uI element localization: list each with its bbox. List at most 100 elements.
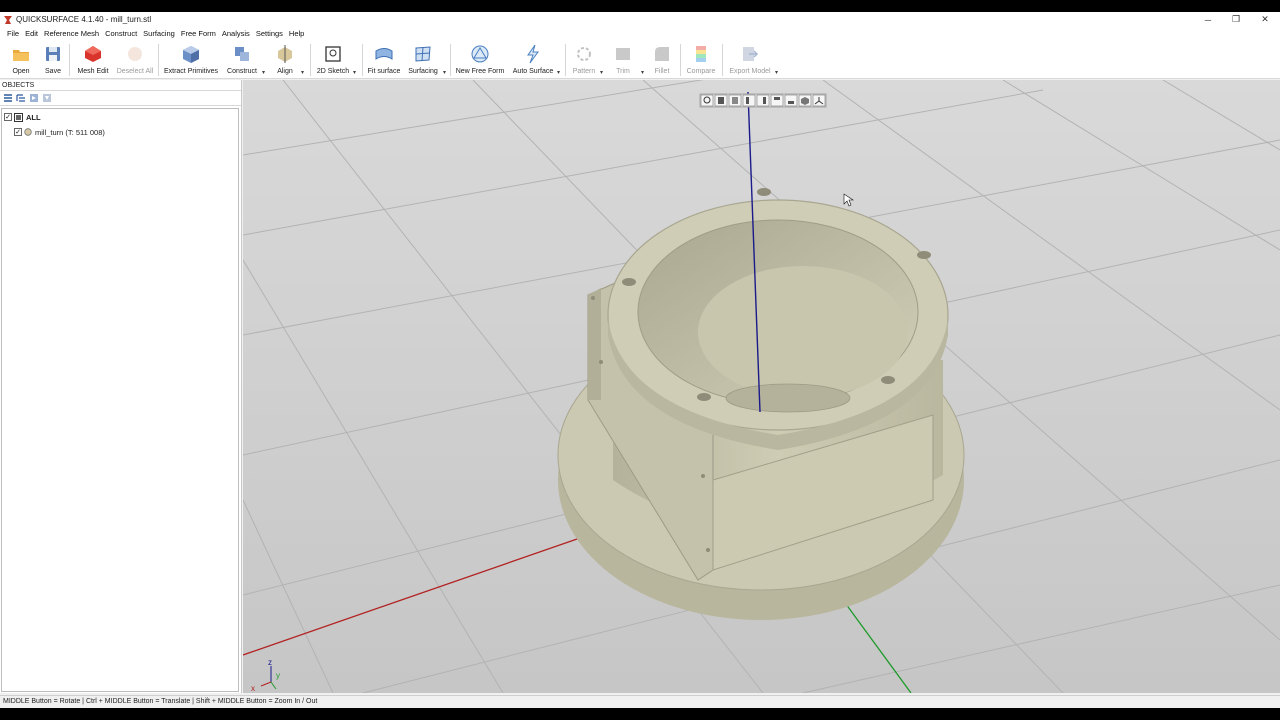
extract-primitives-button[interactable]: Extract Primitives — [164, 42, 218, 78]
view-front-icon[interactable] — [714, 94, 728, 107]
open-button[interactable]: Open — [9, 42, 33, 78]
expand-icon[interactable] — [29, 93, 39, 103]
viewport-canvas[interactable]: z x y — [243, 80, 1280, 693]
surfacing-label: Surfacing — [408, 68, 438, 75]
auto-surface-label: Auto Surface — [512, 68, 554, 75]
view-top-icon[interactable] — [770, 94, 784, 107]
compare-button[interactable]: Compare — [685, 42, 717, 78]
filter-icon[interactable] — [42, 93, 52, 103]
group-icon — [14, 112, 23, 122]
fit-surface-button[interactable]: Fit surface — [367, 42, 401, 78]
deselect-all-button[interactable]: Deselect All — [116, 42, 154, 78]
tree-root-all[interactable]: ✓ ALL — [4, 111, 41, 123]
construct-button[interactable]: Construct — [226, 42, 258, 78]
view-bottom-icon[interactable] — [784, 94, 798, 107]
toolbar-separator — [722, 44, 723, 76]
trim-icon — [616, 48, 630, 60]
align-icon — [278, 45, 292, 63]
objects-panel-header: OBJECTS — [0, 80, 241, 91]
menu-edit[interactable]: Edit — [22, 29, 41, 38]
construct-dropdown-arrow-icon[interactable]: ▾ — [262, 69, 265, 76]
sketch-icon — [325, 46, 341, 62]
tree-item-mill-turn[interactable]: ✓ mill_turn (T: 511 008) — [14, 126, 105, 138]
menu-file[interactable]: File — [4, 29, 22, 38]
title-bar: QUICKSURFACE 4.1.40 - mill_turn.stl ─ ❐ … — [0, 12, 1280, 27]
auto-surface-dropdown-arrow-icon[interactable]: ▾ — [557, 69, 560, 76]
fillet-button[interactable]: Fillet — [652, 42, 672, 78]
trim-dropdown-arrow-icon[interactable]: ▾ — [641, 69, 644, 76]
folder-icon — [13, 50, 29, 61]
app-window: QUICKSURFACE 4.1.40 - mill_turn.stl ─ ❐ … — [0, 12, 1280, 708]
maximize-button[interactable]: ❐ — [1222, 12, 1250, 27]
tree-view-icon[interactable] — [16, 93, 26, 103]
color-map-icon — [696, 46, 706, 62]
pattern-label: Pattern — [572, 68, 596, 75]
view-axis-icon[interactable] — [812, 94, 826, 107]
fillet-label: Fillet — [654, 68, 670, 75]
open-label: Open — [12, 68, 30, 75]
surfacing-button[interactable]: Surfacing — [407, 42, 439, 78]
menu-free-form[interactable]: Free Form — [178, 29, 219, 38]
3d-viewport[interactable]: z x y — [243, 80, 1280, 693]
fit-surface-icon — [375, 48, 393, 60]
surfacing-dropdown-arrow-icon[interactable]: ▾ — [443, 69, 446, 76]
tree-item-label: mill_turn (T: 511 008) — [35, 127, 105, 137]
minimize-button[interactable]: ─ — [1194, 12, 1222, 27]
menu-settings[interactable]: Settings — [253, 29, 286, 38]
object-tree: ✓ ALL ✓ mill_turn (T: 511 008) — [1, 108, 239, 692]
mesh-icon — [24, 128, 32, 136]
view-right-icon[interactable] — [756, 94, 770, 107]
menu-construct[interactable]: Construct — [102, 29, 140, 38]
close-button[interactable]: ✕ — [1251, 12, 1279, 27]
cube-icon — [183, 46, 199, 63]
all-visibility-checkbox[interactable]: ✓ — [4, 113, 12, 121]
toolbar-separator — [158, 44, 159, 76]
status-bar: MIDDLE Button = Rotate | Ctrl + MIDDLE B… — [0, 695, 1280, 708]
toolbar-separator — [362, 44, 363, 76]
new-free-form-button[interactable]: New Free Form — [456, 42, 504, 78]
toolbar-separator — [310, 44, 311, 76]
align-dropdown-arrow-icon[interactable]: ▾ — [301, 69, 304, 76]
export-dropdown-arrow-icon[interactable]: ▾ — [775, 69, 778, 76]
menu-reference-mesh[interactable]: Reference Mesh — [41, 29, 102, 38]
window-title: QUICKSURFACE 4.1.40 - mill_turn.stl — [16, 15, 152, 24]
view-toolbar — [699, 93, 827, 108]
pattern-button[interactable]: Pattern — [571, 42, 597, 78]
align-button[interactable]: Align — [274, 42, 296, 78]
compare-label: Compare — [686, 68, 716, 75]
objects-panel: OBJECTS ✓ ALL ✓ mill_turn (T: 511 008) — [0, 80, 242, 693]
view-zoom-fit-icon[interactable] — [700, 94, 714, 107]
menu-bar: File Edit Reference Mesh Construct Surfa… — [0, 27, 1280, 40]
triad-z-label: z — [268, 658, 272, 667]
view-back-icon[interactable] — [728, 94, 742, 107]
free-form-icon — [471, 45, 489, 63]
construct-icon — [235, 47, 249, 61]
trim-label: Trim — [616, 68, 630, 75]
mill-turn-visibility-checkbox[interactable]: ✓ — [14, 128, 22, 136]
toolbar-separator — [450, 44, 451, 76]
2d-sketch-button[interactable]: 2D Sketch — [317, 42, 349, 78]
menu-surfacing[interactable]: Surfacing — [140, 29, 178, 38]
mesh-edit-button[interactable]: Mesh Edit — [76, 42, 110, 78]
export-model-label: Export Model — [729, 68, 771, 75]
sketch-dropdown-arrow-icon[interactable]: ▾ — [353, 69, 356, 76]
export-model-button[interactable]: Export Model — [728, 42, 772, 78]
list-view-icon[interactable] — [3, 93, 13, 103]
floppy-disk-icon — [46, 47, 60, 61]
save-button[interactable]: Save — [42, 42, 64, 78]
lightning-icon — [527, 44, 539, 64]
triad-x-label: x — [251, 684, 255, 693]
export-icon — [743, 47, 759, 61]
menu-help[interactable]: Help — [286, 29, 307, 38]
menu-analysis[interactable]: Analysis — [219, 29, 253, 38]
objects-panel-tools — [0, 91, 241, 106]
view-iso-icon[interactable] — [798, 94, 812, 107]
auto-surface-button[interactable]: Auto Surface — [512, 42, 554, 78]
pattern-dropdown-arrow-icon[interactable]: ▾ — [600, 69, 603, 76]
pattern-icon — [577, 47, 591, 61]
save-label: Save — [45, 68, 61, 75]
new-free-form-label: New Free Form — [455, 68, 505, 75]
view-left-icon[interactable] — [742, 94, 756, 107]
surfacing-icon — [415, 46, 431, 62]
trim-button[interactable]: Trim — [613, 42, 633, 78]
